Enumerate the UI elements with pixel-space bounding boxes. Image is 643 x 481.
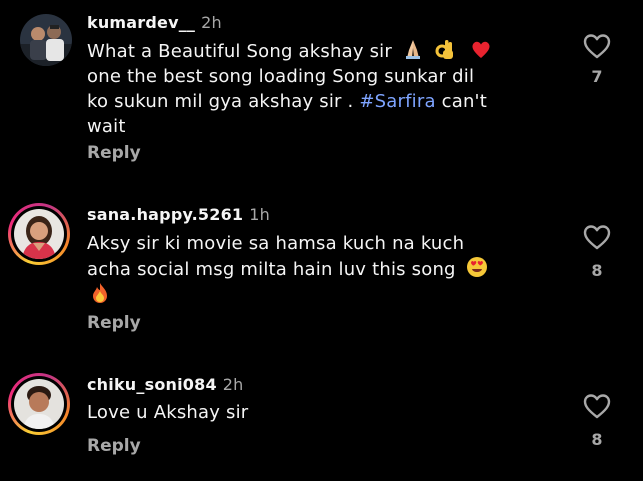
- reply-button[interactable]: Reply: [87, 436, 141, 456]
- like-count: 8: [591, 261, 603, 280]
- comment-text: Aksy sir ki movie sa hamsa kuch na kuch …: [87, 231, 557, 308]
- comment-timestamp: 2h: [222, 375, 244, 394]
- comment-text: What a Beautiful Song akshay sir one the…: [87, 38, 557, 139]
- avatar-story-ring[interactable]: [8, 373, 70, 435]
- avatar-ring-gap: [11, 206, 67, 262]
- comment-username[interactable]: chiku_soni084 2h: [87, 375, 244, 394]
- comment-text: Love u Akshay sir: [87, 400, 557, 425]
- avatar-image: [20, 14, 72, 66]
- comment-timestamp: 1h: [249, 205, 270, 224]
- comment-username[interactable]: sana.happy.5261 1h: [87, 205, 270, 224]
- username-text[interactable]: sana.happy.5261: [87, 205, 243, 224]
- comment-username[interactable]: kumardev__ 2h: [87, 13, 222, 32]
- username-text[interactable]: kumardev__: [87, 13, 195, 32]
- fire-icon: [93, 283, 107, 303]
- avatar-image: [14, 209, 64, 259]
- comment-text-line: acha social msg milta hain luv this song: [87, 259, 456, 280]
- avatar[interactable]: [20, 14, 72, 66]
- reply-button[interactable]: Reply: [87, 143, 141, 163]
- comment-text-line: What a Beautiful Song akshay sir: [87, 41, 392, 62]
- comment-text-line: Love u Akshay sir: [87, 402, 249, 423]
- red-heart-icon: [472, 41, 490, 58]
- avatar-ring-gap: [11, 376, 67, 432]
- avatar-image: [14, 379, 64, 429]
- heart-outline-icon[interactable]: [582, 392, 612, 420]
- heart-outline-icon[interactable]: [582, 32, 612, 60]
- ok-hand-icon: [435, 40, 453, 59]
- comment-text-line: wait: [87, 116, 126, 137]
- reply-button[interactable]: Reply: [87, 313, 141, 333]
- comment-text-line: Aksy sir ki movie sa hamsa kuch na kuch: [87, 233, 465, 254]
- comment-timestamp: 2h: [201, 13, 222, 32]
- username-text[interactable]: chiku_soni084: [87, 375, 217, 394]
- comment-text-line: one the best song loading Song sunkar di…: [87, 66, 475, 87]
- avatar-story-ring[interactable]: [8, 203, 70, 265]
- like-count: 7: [591, 67, 603, 86]
- hashtag-link[interactable]: #Sarfira: [359, 91, 435, 112]
- comment-text-line: ko sukun mil gya akshay sir .: [87, 91, 360, 112]
- heart-eyes-icon: [466, 257, 487, 277]
- comment-text-line: can't: [435, 91, 487, 112]
- heart-outline-icon[interactable]: [582, 223, 612, 251]
- like-count: 8: [591, 430, 603, 449]
- folded-hands-icon: [405, 40, 420, 59]
